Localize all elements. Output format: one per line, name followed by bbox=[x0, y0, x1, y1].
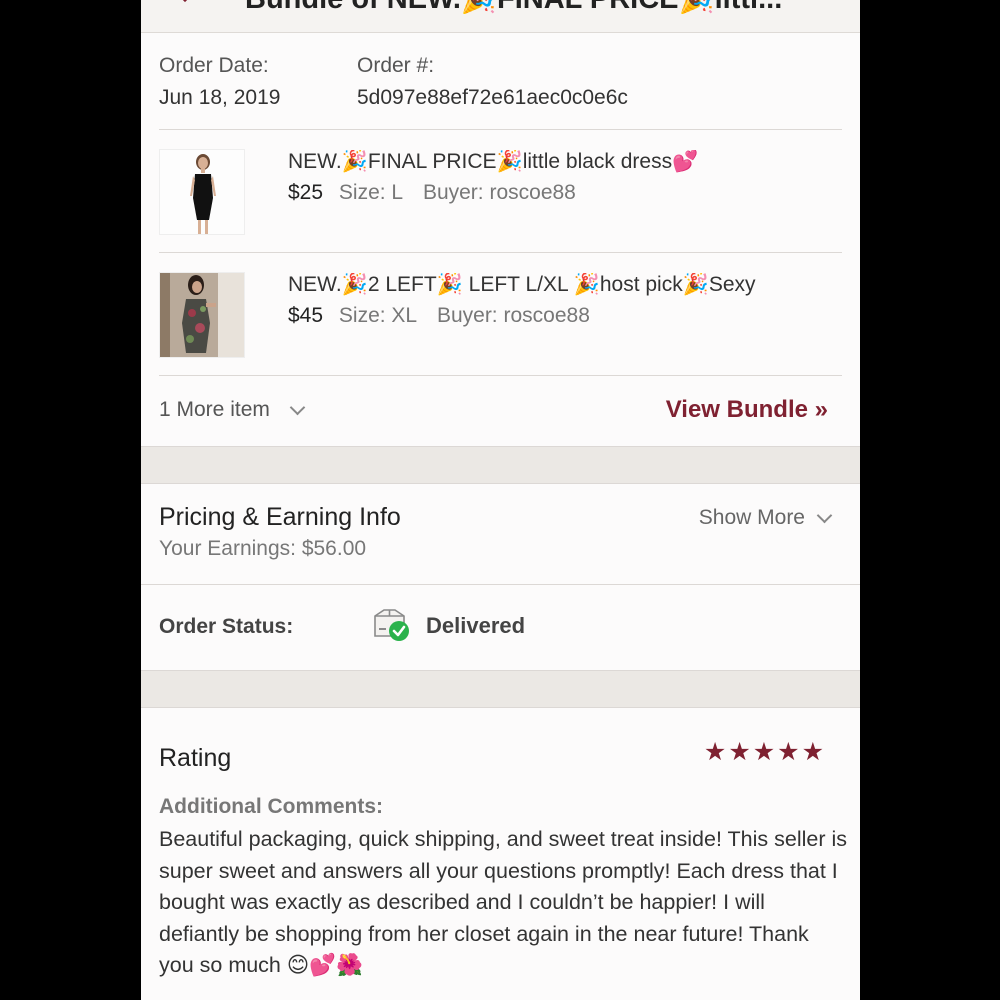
item-title[interactable]: NEW.🎉2 LEFT🎉 LEFT L/XL 🎉host pick🎉Sexy bbox=[288, 273, 833, 297]
view-bundle-link[interactable]: View Bundle » bbox=[666, 396, 828, 424]
order-date-label: Order Date: bbox=[159, 54, 269, 77]
order-number-value: 5d097e88ef72e61aec0c0e6c bbox=[357, 86, 628, 109]
star-icon: ★ bbox=[752, 738, 776, 766]
order-status-label: Order Status: bbox=[159, 615, 294, 638]
floral-dress-image bbox=[160, 273, 244, 357]
page-title: Bundle of NEW.🎉FINAL PRICE🎉littl... bbox=[245, 0, 835, 16]
divider bbox=[159, 375, 842, 376]
star-icon: ★ bbox=[728, 738, 751, 766]
chevron-down-icon bbox=[289, 399, 306, 415]
star-icon: ★ bbox=[801, 738, 824, 766]
item-title[interactable]: NEW.🎉FINAL PRICE🎉little black dress💕 bbox=[288, 150, 833, 174]
chevron-down-icon bbox=[816, 507, 833, 523]
pricing-title: Pricing & Earning Info bbox=[159, 503, 401, 531]
item-size: Size: L bbox=[338, 181, 404, 204]
item-buyer: Buyer: roscoe88 bbox=[436, 304, 590, 327]
order-date: Order Date: Jun 18, 2019 bbox=[159, 50, 280, 114]
order-number: Order #: 5d097e88ef72e61aec0c0e6c bbox=[357, 50, 628, 114]
order-date-value: Jun 18, 2019 bbox=[159, 86, 281, 109]
more-items-toggle[interactable]: 1 More item bbox=[159, 398, 306, 422]
item-price: $25 bbox=[288, 181, 324, 204]
star-icon: ★ bbox=[703, 738, 727, 766]
divider bbox=[141, 584, 860, 585]
star-icon: ★ bbox=[777, 738, 800, 766]
section-separator bbox=[141, 670, 860, 708]
order-details-screen: Bundle of NEW.🎉FINAL PRICE🎉littl... Orde… bbox=[141, 0, 860, 1000]
section-separator bbox=[141, 446, 860, 484]
divider bbox=[159, 252, 842, 253]
more-items-label: 1 More item bbox=[159, 398, 270, 421]
earnings-value: Your Earnings: $56.00 bbox=[159, 537, 367, 560]
back-arrow-icon[interactable] bbox=[170, 0, 200, 3]
rating-stars: ★ ★ ★ ★ ★ bbox=[704, 738, 824, 766]
top-nav-bar: Bundle of NEW.🎉FINAL PRICE🎉littl... bbox=[141, 0, 860, 33]
divider bbox=[159, 129, 842, 130]
item-details: $25 Size: L Buyer: roscoe88 bbox=[288, 181, 576, 205]
show-more-button[interactable]: Show More bbox=[698, 506, 833, 530]
delivered-box-icon bbox=[374, 609, 409, 641]
item-thumbnail[interactable] bbox=[159, 149, 245, 235]
item-details: $45 Size: XL Buyer: roscoe88 bbox=[288, 304, 590, 328]
item-size: Size: XL bbox=[338, 304, 418, 327]
order-status-value: Delivered bbox=[426, 613, 526, 638]
comments-text: Beautiful packaging, quick shipping, and… bbox=[159, 827, 847, 977]
order-number-label: Order #: bbox=[357, 54, 435, 77]
item-thumbnail[interactable] bbox=[159, 272, 245, 358]
rating-title: Rating bbox=[159, 744, 232, 772]
black-dress-image bbox=[160, 150, 244, 234]
show-more-label: Show More bbox=[698, 506, 805, 529]
item-price: $45 bbox=[288, 304, 324, 327]
item-buyer: Buyer: roscoe88 bbox=[422, 181, 576, 204]
comments-label: Additional Comments: bbox=[159, 795, 383, 818]
